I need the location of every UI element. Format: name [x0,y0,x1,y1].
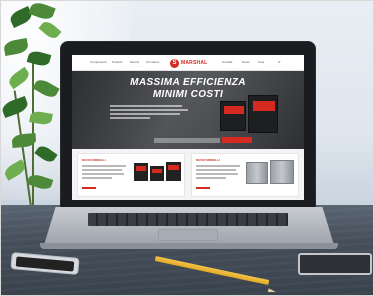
product-card[interactable]: NUOVI MODELLI [191,153,299,197]
laptop-base-edge [40,243,338,249]
site-logo[interactable]: S MARSHAL [170,58,207,68]
nav-item[interactable]: Servizi [130,60,139,64]
machine-image [150,166,164,181]
nav-item[interactable]: Area [258,60,264,64]
machine-image [134,163,148,181]
compressor-image [220,101,246,131]
machine-image [270,160,294,184]
compressor-image [248,95,278,133]
laptop-screen: Compressori Prodotti Servizi Chi siamo S… [72,55,304,200]
nav-item[interactable]: News [242,60,250,64]
hero-banner: MASSIMA EFFICIENZA MINIMI COSTI [72,71,304,149]
laptop-trackpad [158,229,218,241]
card-title: NUOVI MODELLI [82,158,106,162]
hero-title: MASSIMA EFFICIENZA [130,77,246,88]
content-section: NUOVI MODELLI NUOVI MODELLI [72,149,304,200]
photo-scene: Compressori Prodotti Servizi Chi siamo S… [0,0,374,296]
laptop-keyboard [88,213,288,226]
nav-item[interactable]: IT [278,60,281,64]
nav-item[interactable]: Chi siamo [146,60,159,64]
card-link[interactable] [82,187,96,189]
machine-image [166,162,181,181]
product-card[interactable]: NUOVI MODELLI [77,153,185,197]
tablet [298,253,372,275]
logo-badge: S [170,58,179,68]
machine-image [246,162,268,184]
hero-cta-button[interactable] [222,137,252,143]
card-link[interactable] [196,187,210,189]
nav-item[interactable]: Contatti [222,60,232,64]
nav-item[interactable]: Prodotti [112,60,122,64]
site-nav: Compressori Prodotti Servizi Chi siamo S… [72,55,304,71]
nav-item[interactable]: Compressori [90,60,107,64]
logo-text: MARSHAL [181,60,208,66]
card-title: NUOVI MODELLI [196,158,220,162]
